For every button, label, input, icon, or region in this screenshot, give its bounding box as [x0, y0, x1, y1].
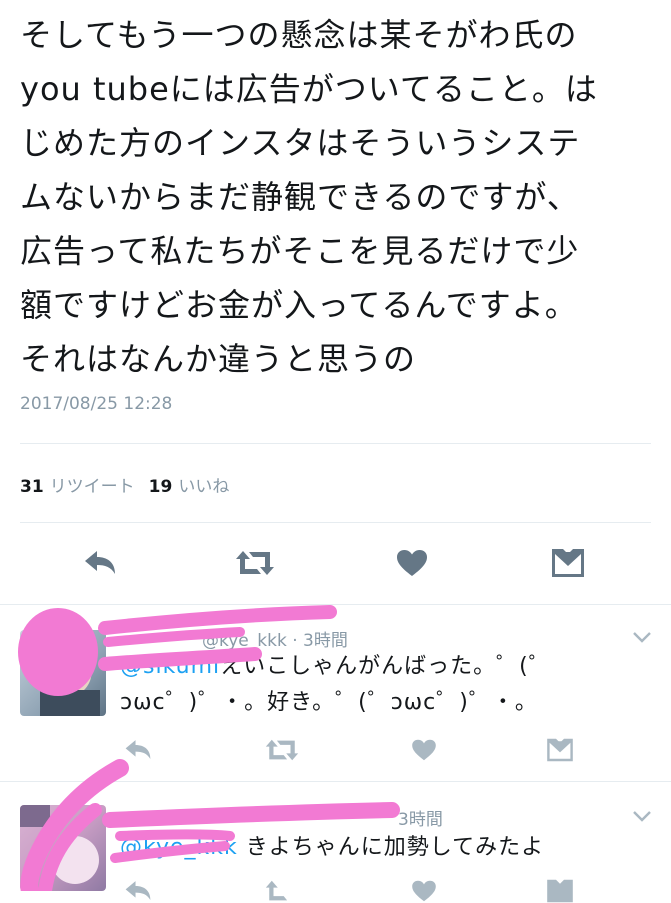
tweet-timestamp[interactable]: 2017/08/25 12:28 [20, 394, 172, 414]
reply-icon [85, 551, 115, 574]
reply-text-line: えいこしゃんがんばった。゜(゜ [220, 654, 552, 679]
retweet-icon [265, 739, 299, 761]
tweet-text-line: そしてもう一つの懸念は某そがわ氏の [20, 16, 578, 54]
reply-icon [125, 881, 151, 901]
divider [20, 522, 651, 523]
dm-icon [547, 738, 573, 762]
like-icon [397, 550, 427, 576]
reply-text: ↄωc゜)゜・。好き。゜(゜ↄωc゜)゜・。 [120, 686, 538, 720]
like-icon [412, 739, 436, 761]
reply-mention[interactable]: @sikumi [120, 654, 220, 679]
tweet-text: そしてもう一つの懸念は某そがわ氏の you tubeには広告がついてること。は … [20, 8, 660, 386]
reply-mention[interactable]: @kye_kkk [120, 835, 238, 860]
reply-header[interactable]: @kye_kkk · 3時間 [120, 626, 348, 651]
reply-button[interactable] [80, 543, 120, 583]
like-button[interactable] [406, 732, 442, 768]
reply-tweet[interactable]: @kye_kkk · 3時間 @sikumiえいこしゃんがんばった。゜(゜ ↄω… [0, 604, 671, 780]
reply-tweet[interactable]: 3時間 @kye_kkk きよちゃんに加勢してみたよ [0, 781, 671, 903]
tweet-text-line: それはなんか違うと思うの [20, 340, 417, 378]
dm-button[interactable] [542, 879, 578, 903]
chevron-down-icon[interactable] [631, 626, 653, 648]
avatar-image [20, 805, 99, 884]
dm-button[interactable] [542, 732, 578, 768]
dm-icon [547, 879, 573, 903]
like-count[interactable]: 19 [149, 477, 173, 497]
tweet-text-line: 広告って私たちがそこを見るだけで少 [20, 232, 580, 270]
like-button[interactable] [406, 880, 442, 902]
chevron-down-icon[interactable] [631, 805, 653, 827]
like-button[interactable] [392, 543, 432, 583]
like-label[interactable]: いいね [178, 477, 229, 497]
dm-button[interactable] [548, 543, 588, 583]
retweet-label[interactable]: リツイート [50, 477, 135, 497]
divider [20, 443, 651, 444]
dm-icon [552, 549, 584, 577]
tweet-text-line: ムないからまだ静観できるのですが、 [20, 178, 580, 216]
tweet-text-line: you tubeには広告がついてること。は [20, 70, 598, 108]
reply-time[interactable]: 3時間 [303, 631, 348, 651]
avatar[interactable] [20, 805, 106, 891]
reply-time[interactable]: 3時間 [398, 810, 443, 830]
avatar-image [40, 644, 100, 716]
avatar[interactable] [20, 630, 106, 716]
tweet-text-line: じめた方のインスタはそういうシステ [20, 124, 581, 162]
reply-handle[interactable]: @kye_kkk [202, 631, 287, 651]
retweet-icon [265, 880, 288, 901]
retweet-count[interactable]: 31 [20, 477, 44, 497]
reply-text: @sikumiえいこしゃんがんばった。゜(゜ [120, 650, 552, 684]
like-icon [412, 880, 436, 902]
tweet-stats: 31 リツイート 19 いいね [20, 472, 229, 497]
reply-button[interactable] [120, 732, 156, 768]
retweet-button[interactable] [262, 732, 302, 768]
reply-text-line: きよちゃんに加勢してみたよ [245, 835, 545, 860]
reply-icon [125, 740, 151, 760]
retweet-button[interactable] [262, 880, 302, 901]
reply-text-line: ↄωc゜)゜・。好き。゜(゜ↄωc゜)゜・。 [120, 690, 538, 715]
retweet-button[interactable] [234, 543, 276, 583]
retweet-icon [236, 551, 274, 575]
tweet-actions [0, 543, 671, 583]
reply-button[interactable] [120, 881, 156, 901]
reply-header[interactable]: 3時間 [120, 805, 443, 830]
reply-text: @kye_kkk きよちゃんに加勢してみたよ [120, 831, 544, 865]
tweet-text-line: 額ですけどお金が入ってるんですよ。 [20, 286, 578, 324]
